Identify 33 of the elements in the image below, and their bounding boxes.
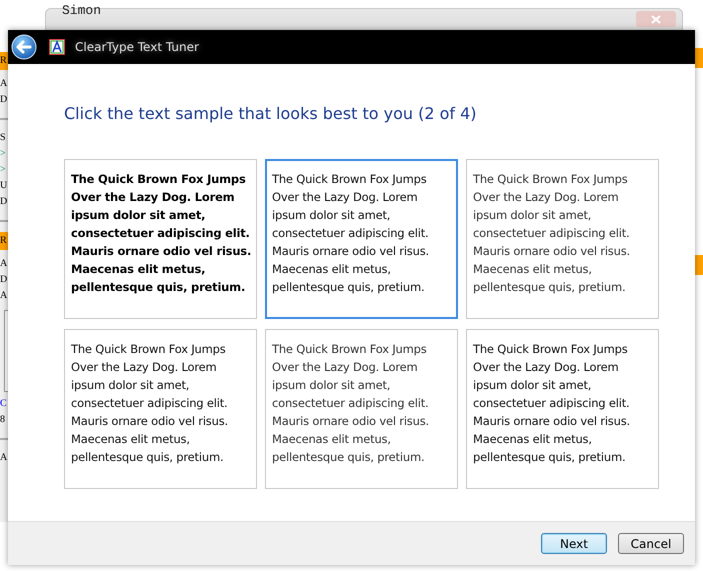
page-text: D	[0, 93, 8, 107]
page-text: U	[0, 179, 8, 193]
text-sample[interactable]: The Quick Brown Fox Jumps Over the Lazy Dog. Lorem ipsum dolor sit amet, consectetuer adipiscing elit. Mauris ornare odio vel risus. Maecenas elit metus, pellentesque quis, pretium.	[265, 159, 458, 319]
sample-text: The Quick Brown Fox Jumps Over the Lazy Dog. Lorem ipsum dolor sit amet, consectetuer adipiscing elit. Mauris ornare odio vel risus. Maecenas elit metus, pellentesque quis, pretium.	[473, 341, 631, 466]
page-link[interactable]: C	[0, 396, 7, 412]
window-title: ClearType Text Tuner	[75, 40, 199, 54]
page-text: S	[0, 131, 6, 145]
next-button[interactable]: Next	[541, 533, 607, 554]
text-sample[interactable]: The Quick Brown Fox Jumps Over the Lazy Dog. Lorem ipsum dolor sit amet, consectetuer adipiscing elit. Mauris ornare odio vel risus. Maecenas elit metus, pellentesque quis, pretium.	[265, 329, 458, 489]
arrow-text: >	[0, 163, 6, 177]
text-sample[interactable]: The Quick Brown Fox Jumps Over the Lazy Dog. Lorem ipsum dolor sit amet, consectetuer adipiscing elit. Mauris ornare odio vel risus. Maecenas elit metus, pellentesque quis, pretium.	[64, 329, 257, 489]
back-icon[interactable]	[11, 34, 37, 60]
page-text: A	[0, 451, 8, 465]
page-text: 8	[0, 413, 5, 427]
page-text: A	[0, 289, 8, 303]
app-icon	[49, 39, 65, 55]
close-icon	[651, 14, 661, 24]
sample-text: The Quick Brown Fox Jumps Over the Lazy Dog. Lorem ipsum dolor sit amet, consectetuer adipiscing elit. Mauris ornare odio vel risus. Maecenas elit metus, pellentesque quis, pretium.	[272, 341, 430, 466]
page-text: A	[0, 257, 8, 271]
page-text: D	[0, 195, 8, 209]
text-sample[interactable]: The Quick Brown Fox Jumps Over the Lazy Dog. Lorem ipsum dolor sit amet, consectetuer adipiscing elit. Mauris ornare odio vel risus. Maecenas elit metus, pellentesque quis, pretium.	[64, 159, 257, 319]
text-sample[interactable]: The Quick Brown Fox Jumps Over the Lazy Dog. Lorem ipsum dolor sit amet, consectetuer adipiscing elit. Mauris ornare odio vel risus. Maecenas elit metus, pellentesque quis, pretium.	[466, 159, 659, 319]
page-text: A	[0, 77, 8, 91]
cancel-button[interactable]: Cancel	[618, 533, 684, 554]
sample-text: The Quick Brown Fox Jumps Over the Lazy Dog. Lorem ipsum dolor sit amet, consectetuer adipiscing elit. Mauris ornare odio vel risus. Maecenas elit metus, pellentesque quis, pretium.	[272, 171, 430, 296]
text-sample[interactable]: The Quick Brown Fox Jumps Over the Lazy Dog. Lorem ipsum dolor sit amet, consectetuer adipiscing elit. Mauris ornare odio vel risus. Maecenas elit metus, pellentesque quis, pretium.	[466, 329, 659, 489]
arrow-text: >	[0, 147, 6, 161]
sample-text: The Quick Brown Fox Jumps Over the Lazy Dog. Lorem ipsum dolor sit amet, consectetuer adipiscing elit. Mauris ornare odio vel risus. Maecenas elit metus, pellentesque quis, pretium.	[71, 171, 252, 296]
page-text: D	[0, 273, 8, 287]
window-text: Simon	[62, 3, 102, 18]
sample-text: The Quick Brown Fox Jumps Over the Lazy Dog. Lorem ipsum dolor sit amet, consectetuer adipiscing elit. Mauris ornare odio vel risus. Maecenas elit metus, pellentesque quis, pretium.	[473, 171, 631, 296]
sample-text: The Quick Brown Fox Jumps Over the Lazy Dog. Lorem ipsum dolor sit amet, consectetuer adipiscing elit. Mauris ornare odio vel risus. Maecenas elit metus, pellentesque quis, pretium.	[71, 341, 229, 466]
instruction-heading: Click the text sample that looks best to you (2 of 4)	[64, 104, 478, 123]
